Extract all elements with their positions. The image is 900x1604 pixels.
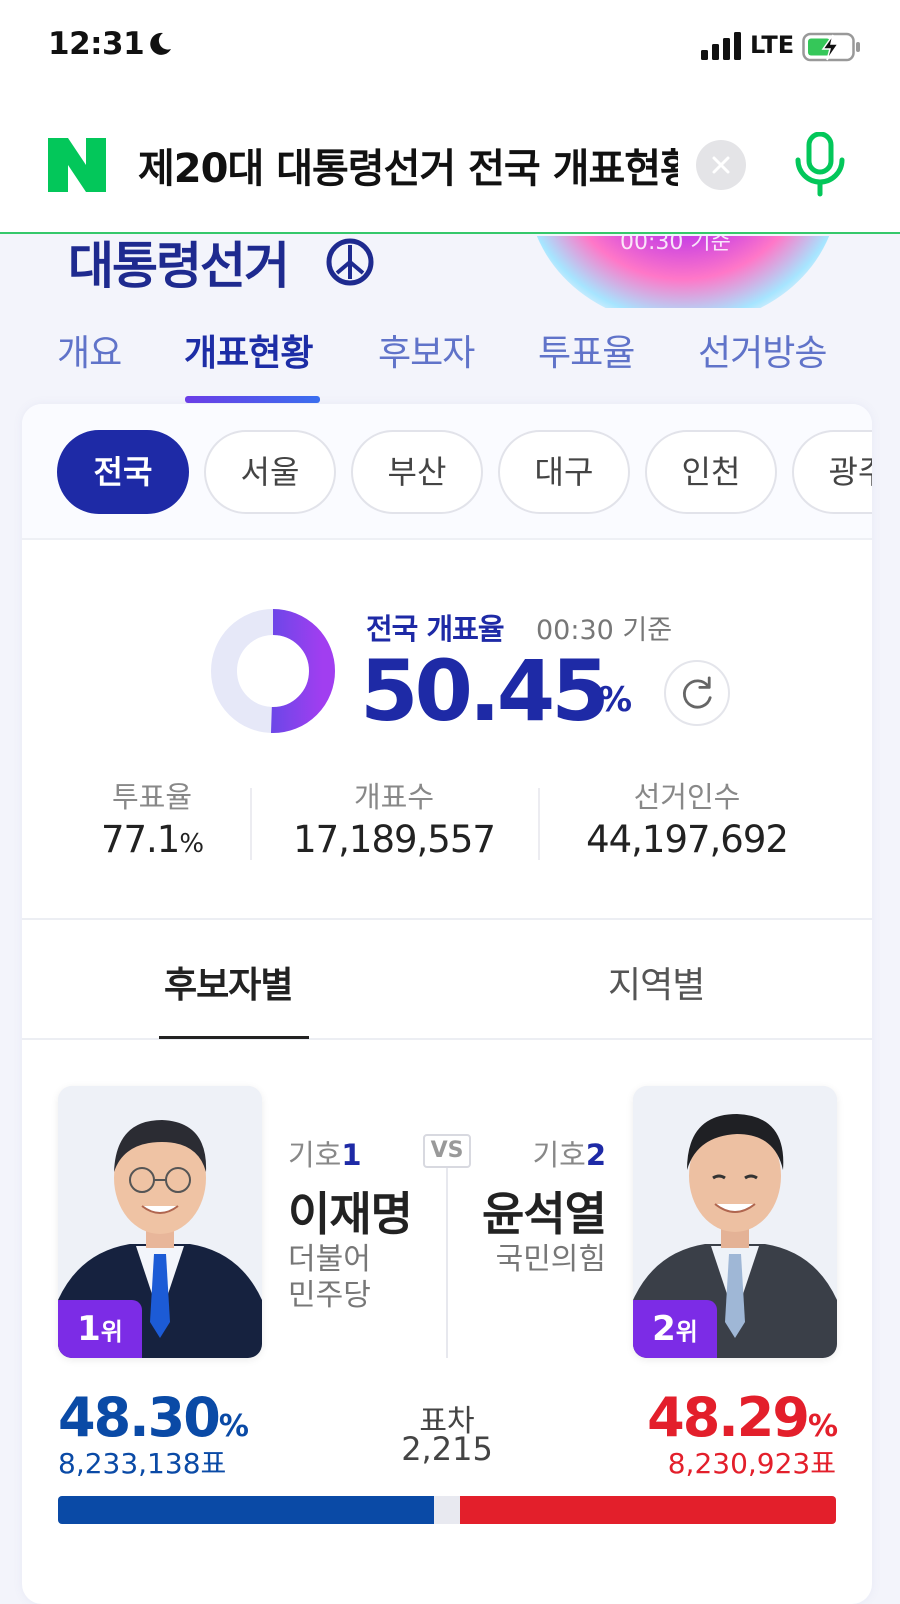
active-subtab-indicator (159, 1036, 309, 1039)
region-chip-nationwide[interactable]: 전국 (57, 430, 189, 514)
number-value: 2 (585, 1138, 606, 1172)
tab-candidates[interactable]: 후보자 (378, 324, 475, 376)
percent-unit: % (807, 1409, 838, 1444)
vs-badge: VS (423, 1134, 471, 1168)
signal-icon (701, 32, 741, 60)
main-tabs: 개요 개표현황 후보자 투표율 선거방송 (0, 310, 900, 406)
candidate-votes-lee: 8,233,138표 (58, 1447, 227, 1480)
divider (22, 1038, 872, 1040)
stat-voters: 선거인수 44,197,692 (574, 774, 800, 861)
rank-unit: 위 (675, 1318, 698, 1346)
clear-search-button[interactable] (696, 140, 746, 190)
tab-turnout[interactable]: 투표율 (538, 324, 635, 376)
rank-badge: 1위 (58, 1300, 142, 1358)
stat-counted-value: 17,189,557 (293, 818, 496, 861)
stat-turnout: 투표율 77.1% (82, 774, 222, 861)
percent-value: 48.30 (58, 1386, 221, 1449)
close-icon (712, 156, 730, 174)
region-chip-daegu[interactable]: 대구 (498, 430, 630, 514)
banner-time: 00:30 기준 (620, 236, 731, 255)
moon-icon (150, 32, 171, 55)
candidate-percent-yoon: 48.29% (622, 1386, 838, 1449)
region-chip-gwangju[interactable]: 광주 (792, 430, 872, 514)
stat-counted: 개표수 17,189,557 (284, 774, 504, 861)
party-line: 더불어 (288, 1242, 371, 1277)
region-chips: 전국 서울 부산 대구 인천 광주 (22, 404, 872, 540)
vote-share-bar-lee (58, 1496, 434, 1524)
stat-turnout-value: 77.1 (100, 818, 180, 861)
status-bar: 12:31 LTE (0, 0, 900, 96)
party-line: 민주당 (288, 1278, 371, 1313)
candidate-percent-lee: 48.30% (58, 1386, 249, 1449)
region-chip-seoul[interactable]: 서울 (204, 430, 336, 514)
count-rate-value: 50.45 (360, 642, 610, 740)
refresh-icon (682, 676, 712, 709)
candidate-party-lee: 더불어 민주당 (288, 1242, 371, 1314)
stat-divider (538, 788, 540, 860)
count-rate-unit: % (598, 680, 633, 720)
rank-badge: 2위 (633, 1300, 717, 1358)
stat-voters-value: 44,197,692 (586, 818, 789, 861)
stat-voters-label: 선거인수 (633, 780, 741, 814)
election-banner: 00:30 기준 대통령선거 (0, 236, 900, 308)
banner-title: 대통령선거 (68, 237, 290, 295)
ballot-mark-icon (326, 238, 374, 286)
candidate-number-lee: 기호1 (288, 1132, 362, 1174)
tab-count-status[interactable]: 개표현황 (184, 324, 313, 376)
results-card: 전국 서울 부산 대구 인천 광주 전국 개표율 00:30 기준 50.45 … (22, 404, 872, 1604)
stat-turnout-label: 투표율 (111, 780, 193, 814)
candidate-party-yoon: 국민의힘 (466, 1242, 606, 1278)
stat-counted-label: 개표수 (353, 780, 435, 814)
rank-unit: 위 (100, 1318, 123, 1346)
vote-share-bar-yoon (460, 1496, 836, 1524)
candidate-photo-lee[interactable]: 1위 (58, 1086, 262, 1358)
naver-logo-icon[interactable] (48, 138, 106, 192)
tab-by-region[interactable]: 지역별 (608, 956, 705, 1008)
percent-value: 48.29 (647, 1386, 810, 1449)
count-progress-donut (211, 609, 335, 733)
candidate-votes-yoon: 8,230,923표 (667, 1447, 836, 1480)
rank-number: 1 (77, 1309, 101, 1349)
percent-unit: % (218, 1409, 249, 1444)
number-value: 1 (341, 1138, 362, 1172)
candidate-name-lee[interactable]: 이재명 (288, 1178, 413, 1244)
divider (22, 918, 872, 920)
tab-broadcast[interactable]: 선거방송 (698, 324, 827, 376)
tab-by-candidate[interactable]: 후보자별 (164, 956, 293, 1008)
rank-number: 2 (652, 1309, 676, 1349)
region-chip-incheon[interactable]: 인천 (645, 430, 777, 514)
search-bar: 제20대 대통령선거 전국 개표현황 (0, 96, 900, 234)
battery-charging-icon (802, 32, 860, 62)
number-label: 기호 (288, 1138, 342, 1172)
region-chip-busan[interactable]: 부산 (351, 430, 483, 514)
network-type: LTE (750, 31, 795, 59)
party-line: 국민의힘 (495, 1242, 606, 1277)
clock: 12:31 (48, 26, 145, 62)
stat-turnout-unit: % (179, 829, 204, 859)
vote-share-bar (58, 1496, 836, 1524)
vs-divider (446, 1168, 448, 1358)
number-label: 기호 (532, 1138, 586, 1172)
refresh-button[interactable] (664, 660, 730, 726)
candidate-number-yoon: 기호2 (524, 1132, 606, 1174)
active-tab-indicator (185, 396, 320, 403)
vote-margin-value: 2,215 (401, 1430, 493, 1468)
tab-overview[interactable]: 개요 (57, 324, 122, 376)
stat-divider (250, 788, 252, 860)
microphone-icon[interactable] (792, 132, 848, 198)
candidate-photo-yoon[interactable]: 2위 (633, 1086, 837, 1358)
search-input[interactable]: 제20대 대통령선거 전국 개표현황 (138, 136, 678, 196)
candidate-name-yoon[interactable]: 윤석열 (466, 1178, 607, 1244)
